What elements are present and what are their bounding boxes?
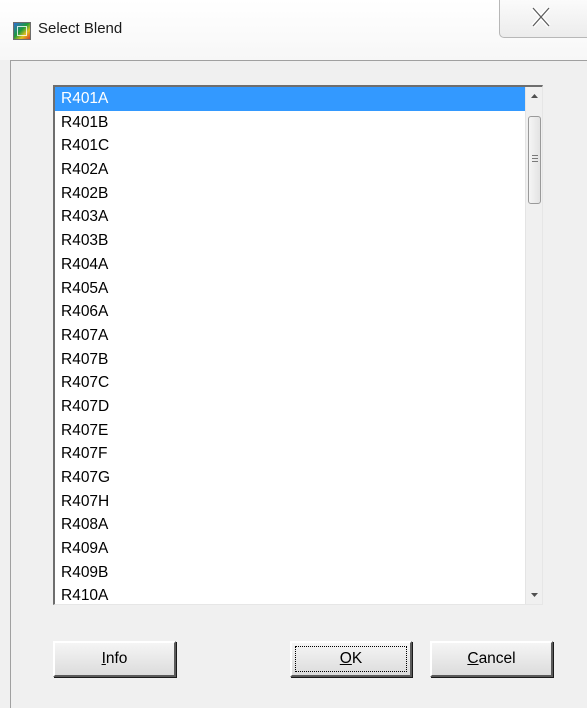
list-item[interactable]: R404A — [55, 253, 525, 277]
list-item[interactable]: R410A — [55, 584, 525, 604]
scrollbar-thumb[interactable] — [528, 116, 541, 204]
arrow-down-icon[interactable] — [526, 587, 543, 604]
close-button[interactable] — [499, 0, 587, 38]
blend-list: R401A R401B R401C R402A R402B R403A R403B R404A… — [55, 87, 525, 604]
list-item[interactable]: R407B — [55, 348, 525, 372]
list-item[interactable]: R407E — [55, 419, 525, 443]
list-item[interactable]: R407C — [55, 371, 525, 395]
list-item[interactable]: R406A — [55, 300, 525, 324]
list-item[interactable]: R402B — [55, 182, 525, 206]
select-blend-dialog: Select Blend R401A R401B R401C R402A R402B R4… — [0, 0, 587, 708]
thumb-grip — [532, 161, 538, 162]
list-item[interactable]: R409A — [55, 537, 525, 561]
thumb-grip — [532, 155, 538, 156]
list-item[interactable]: R401C — [55, 134, 525, 158]
cancel-button[interactable]: Cancel — [430, 641, 553, 677]
app-icon — [13, 22, 31, 40]
close-icon — [531, 6, 551, 28]
info-button[interactable]: Info — [53, 641, 176, 677]
ok-label-rest: K — [351, 650, 363, 667]
blend-listbox[interactable]: R401A R401B R401C R402A R402B R403A R403B R404A… — [53, 85, 543, 605]
list-item[interactable]: R407F — [55, 442, 525, 466]
title-bar[interactable]: Select Blend — [0, 0, 587, 60]
ok-button[interactable]: OK — [290, 641, 412, 677]
thumb-grip — [532, 158, 538, 159]
arrow-up-icon[interactable] — [526, 87, 543, 104]
list-item[interactable]: R401A — [55, 87, 525, 111]
ok-hotkey: O — [339, 650, 352, 667]
list-item[interactable]: R407H — [55, 490, 525, 514]
cancel-label-rest: ancel — [478, 650, 516, 667]
list-item[interactable]: R402A — [55, 158, 525, 182]
list-item[interactable]: R409B — [55, 561, 525, 585]
list-item[interactable]: R403B — [55, 229, 525, 253]
vertical-scrollbar[interactable] — [525, 87, 543, 604]
list-item[interactable]: R407A — [55, 324, 525, 348]
list-item[interactable]: R407D — [55, 395, 525, 419]
list-item[interactable]: R401B — [55, 111, 525, 135]
list-item[interactable]: R403A — [55, 205, 525, 229]
list-item[interactable]: R405A — [55, 277, 525, 301]
list-item[interactable]: R408A — [55, 513, 525, 537]
info-label-rest: nfo — [105, 650, 128, 667]
window-title: Select Blend — [38, 20, 123, 37]
cancel-hotkey: C — [467, 650, 479, 667]
list-item[interactable]: R407G — [55, 466, 525, 490]
